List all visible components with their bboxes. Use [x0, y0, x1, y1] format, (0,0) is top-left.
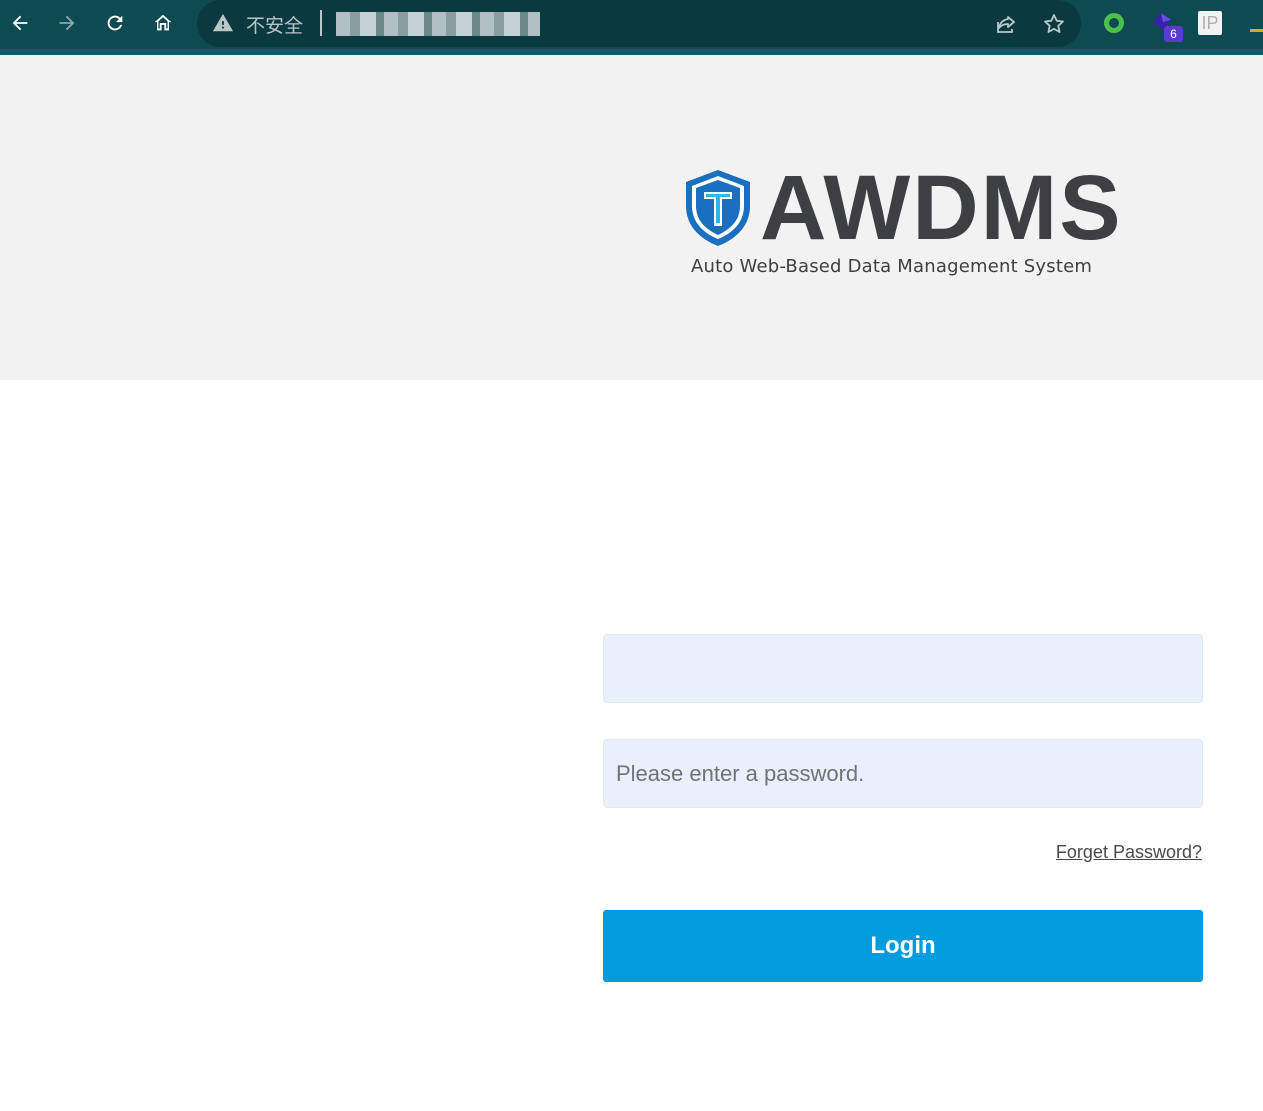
username-input[interactable]	[603, 634, 1203, 703]
forward-button[interactable]	[51, 6, 83, 40]
star-icon	[1044, 14, 1064, 33]
password-input[interactable]	[603, 739, 1203, 808]
blurred-url[interactable]	[336, 12, 540, 36]
bookmark-button[interactable]	[1041, 11, 1067, 37]
brand-tagline: Auto Web-Based Data Management System	[691, 256, 1093, 277]
security-label[interactable]: 不安全	[246, 11, 303, 38]
shield-logo-icon	[686, 170, 750, 246]
forward-icon	[59, 15, 75, 31]
home-button[interactable]	[147, 6, 179, 40]
extension-badge: 6	[1164, 26, 1183, 42]
warning-icon	[212, 13, 234, 32]
extension-icon	[1104, 13, 1124, 33]
brand-name: AWDMS	[760, 157, 1123, 259]
ip-extension[interactable]: IP	[1197, 9, 1223, 37]
share-icon	[997, 16, 1015, 33]
address-separator	[320, 10, 322, 36]
reload-button[interactable]	[99, 6, 131, 40]
forget-password-link[interactable]: Forget Password?	[1000, 842, 1202, 863]
ip-icon: IP	[1198, 11, 1222, 35]
back-icon	[12, 15, 28, 31]
home-icon	[154, 14, 172, 31]
login-button[interactable]: Login	[603, 910, 1203, 982]
reload-icon	[107, 15, 123, 31]
address-bar[interactable]	[197, 0, 1081, 47]
back-button[interactable]	[4, 6, 36, 40]
overflow-extension-icon[interactable]	[1250, 10, 1263, 32]
share-button[interactable]	[993, 11, 1019, 37]
green-ring-extension[interactable]	[1101, 9, 1127, 37]
